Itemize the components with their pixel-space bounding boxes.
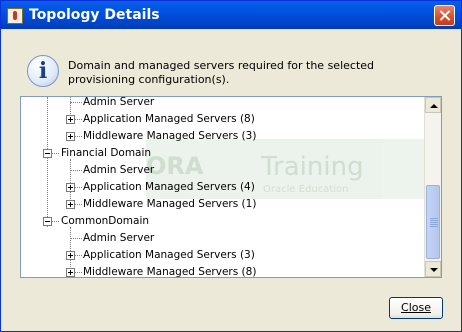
collapse-toggle[interactable] bbox=[43, 149, 52, 158]
title-bar[interactable]: Topology Details bbox=[1, 1, 461, 29]
tree-item-middleware-managed-servers[interactable]: Middleware Managed Servers (8) bbox=[83, 264, 256, 277]
expand-toggle[interactable] bbox=[66, 132, 75, 141]
tree-item-admin-server[interactable]: Admin Server bbox=[83, 97, 154, 111]
java-app-icon bbox=[7, 8, 23, 24]
tree-connector bbox=[70, 102, 82, 103]
info-message: Domain and managed servers required for … bbox=[68, 59, 375, 86]
scroll-down-button[interactable] bbox=[425, 261, 441, 277]
tree-item-application-managed-servers[interactable]: Application Managed Servers (3) bbox=[83, 247, 255, 264]
scrollbar-thumb[interactable] bbox=[426, 185, 440, 259]
arrow-down-icon bbox=[430, 268, 438, 272]
vertical-scrollbar[interactable] bbox=[424, 97, 441, 277]
close-button-label: Close bbox=[401, 301, 431, 314]
expand-toggle[interactable] bbox=[66, 183, 75, 192]
tree-connector bbox=[47, 97, 48, 227]
tree-item-middleware-managed-servers[interactable]: Middleware Managed Servers (3) bbox=[83, 128, 256, 145]
tree-item-financial-domain[interactable]: Financial Domain bbox=[61, 145, 151, 162]
tree-connector bbox=[70, 170, 82, 171]
watermark-text: Oracle Education bbox=[263, 184, 349, 195]
topology-details-dialog: Topology Details i Domain and managed se… bbox=[0, 0, 462, 332]
info-icon: i bbox=[27, 55, 59, 87]
watermark-text: Training bbox=[261, 152, 364, 182]
window-title: Topology Details bbox=[29, 7, 160, 23]
tree-connector bbox=[70, 238, 82, 239]
window-close-button[interactable] bbox=[434, 5, 455, 26]
expand-toggle[interactable] bbox=[66, 251, 75, 260]
tree-item-admin-server[interactable]: Admin Server bbox=[83, 162, 154, 179]
expand-toggle[interactable] bbox=[66, 200, 75, 209]
tree-item-common-domain[interactable]: CommonDomain bbox=[61, 213, 149, 230]
grip-icon bbox=[430, 218, 438, 228]
tree-item-admin-server[interactable]: Admin Server bbox=[83, 230, 154, 247]
scroll-up-button[interactable] bbox=[425, 97, 441, 113]
watermark-text: ORA bbox=[146, 152, 204, 180]
collapse-toggle[interactable] bbox=[43, 217, 52, 226]
arrow-up-icon bbox=[430, 104, 438, 108]
expand-toggle[interactable] bbox=[66, 268, 75, 277]
tree-item-application-managed-servers[interactable]: Application Managed Servers (8) bbox=[83, 111, 255, 128]
topology-tree[interactable]: ORA Training Oracle Education Admin Serv… bbox=[20, 96, 442, 278]
tree-item-middleware-managed-servers[interactable]: Middleware Managed Servers (1) bbox=[83, 196, 256, 213]
close-button[interactable]: Close bbox=[389, 297, 443, 319]
tree-item-application-managed-servers[interactable]: Application Managed Servers (4) bbox=[83, 179, 255, 196]
tree-connector bbox=[70, 97, 71, 114]
expand-toggle[interactable] bbox=[66, 115, 75, 124]
